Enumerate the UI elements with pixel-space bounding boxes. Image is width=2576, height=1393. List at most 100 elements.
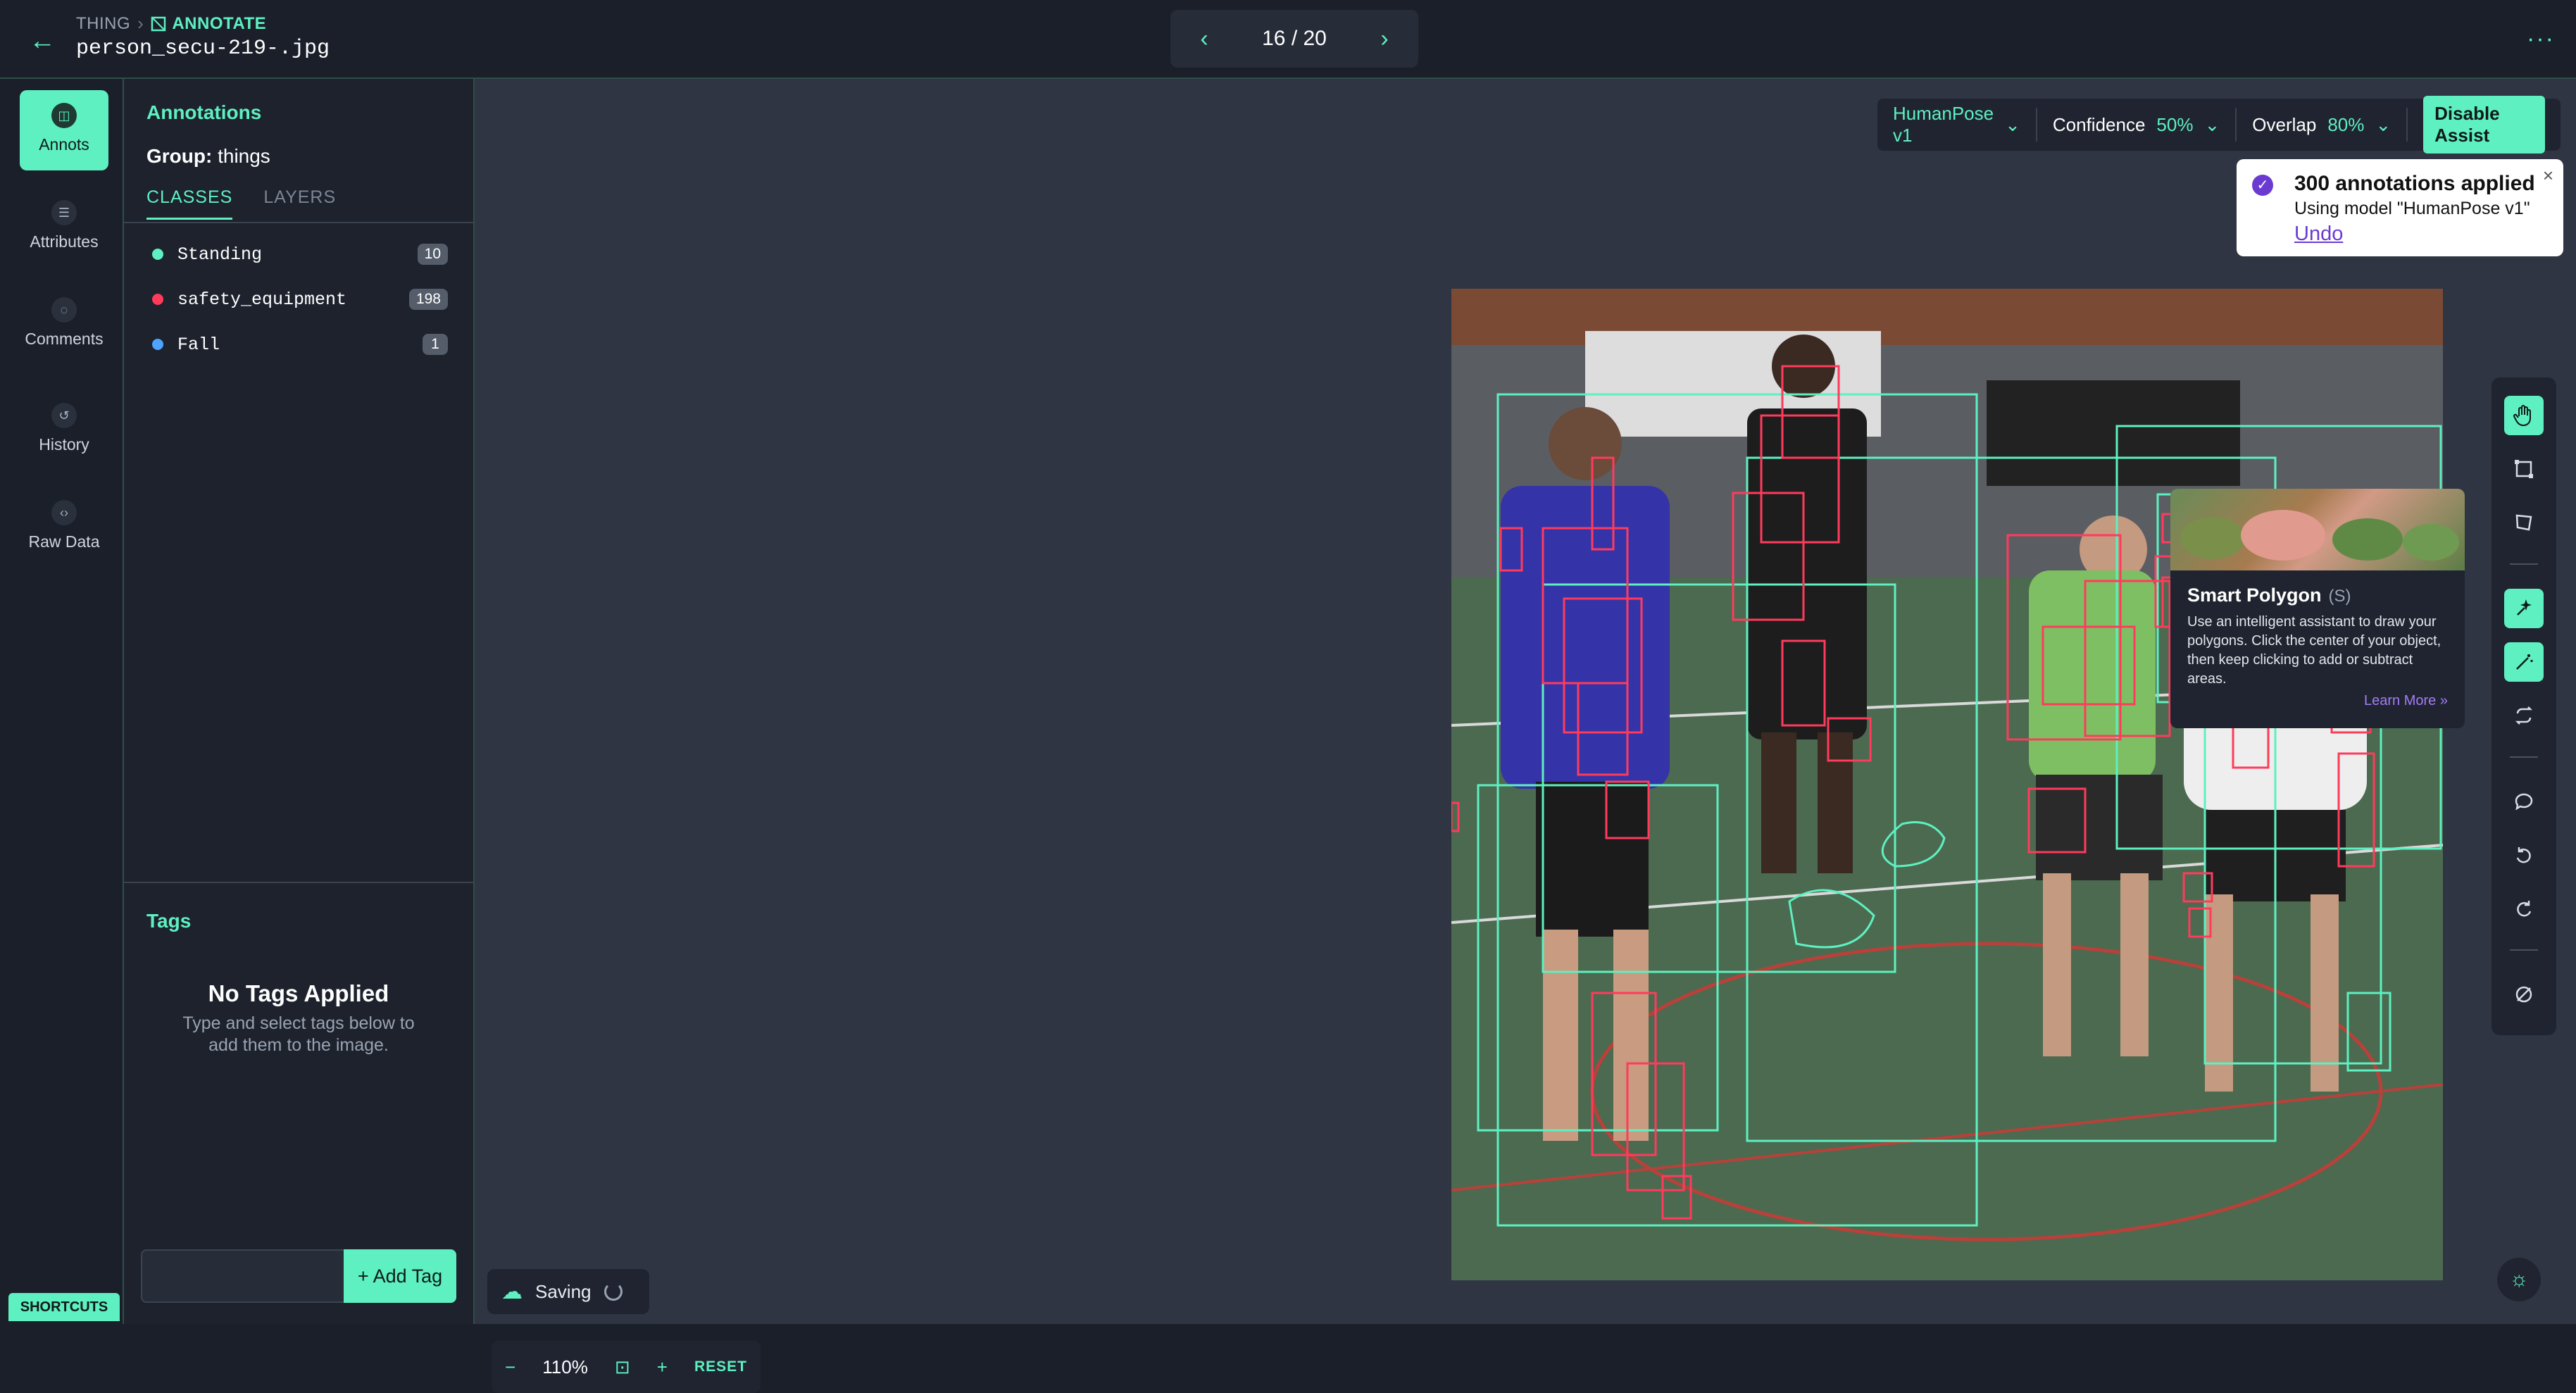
- toast-subtitle: Using model "HumanPose v1": [2294, 199, 2530, 218]
- more-options-icon[interactable]: ···: [2527, 25, 2555, 53]
- saving-label: Saving: [535, 1280, 592, 1302]
- undo-link[interactable]: Undo: [2294, 223, 2343, 246]
- tooltip-body: Use an intelligent assistant to draw you…: [2187, 614, 2441, 687]
- overlap-select[interactable]: Overlap 80% ⌄: [2237, 108, 2408, 142]
- confidence-label: Confidence: [2052, 113, 2146, 135]
- hand-icon[interactable]: [2504, 396, 2544, 435]
- annotated-image[interactable]: [1451, 289, 2443, 1280]
- rail-item-annots[interactable]: ◫ Annots: [20, 90, 108, 170]
- annotate-icon: [151, 16, 166, 31]
- code-icon: ‹›: [51, 500, 77, 525]
- close-icon[interactable]: ×: [2543, 165, 2553, 187]
- rail-item-history[interactable]: ↺ History: [20, 390, 108, 470]
- zoom-level: 110%: [542, 1356, 588, 1378]
- group-label: Group: things: [146, 145, 270, 168]
- panel-tabs: CLASSES LAYERS: [146, 187, 336, 220]
- left-rail: ◫ Annots ☰ Attributes ◌ Comments ↺ Histo…: [0, 79, 123, 1324]
- empty-tags-title: No Tags Applied: [208, 980, 389, 1006]
- settings-icon[interactable]: ☼: [2497, 1258, 2541, 1301]
- redo-icon[interactable]: [2504, 889, 2544, 928]
- learn-more-link[interactable]: Learn More »: [2364, 693, 2448, 709]
- add-tag-button[interactable]: + Add Tag: [344, 1249, 456, 1303]
- tooltip-title-text: Smart Polygon: [2187, 585, 2322, 606]
- frogs-illustration: [2180, 510, 2459, 561]
- tags-title: Tags: [146, 910, 192, 932]
- toast-title: 300 annotations applied: [2294, 172, 2535, 195]
- tag-input[interactable]: [141, 1249, 346, 1303]
- comment-icon: ◌: [51, 297, 77, 323]
- chevron-down-icon: ⌄: [2204, 113, 2220, 135]
- annotations-icon: ◫: [51, 103, 77, 128]
- class-color-dot: [152, 294, 163, 305]
- breadcrumb-current-label: ANNOTATE: [172, 13, 267, 33]
- class-item-safety-equipment[interactable]: safety_equipment 198: [152, 285, 448, 313]
- rail-item-raw-data[interactable]: ‹› Raw Data: [20, 487, 108, 568]
- class-name: Standing: [177, 244, 263, 265]
- tooltip-shortcut: (S): [2328, 587, 2351, 606]
- comment-icon[interactable]: [2504, 782, 2544, 821]
- panel-title: Annotations: [146, 101, 262, 123]
- class-item-standing[interactable]: Standing 10: [152, 240, 448, 268]
- tooltip-illustration: [2170, 489, 2465, 570]
- rail-label: Attributes: [30, 232, 99, 251]
- empty-tags-message: Type and select tags below to add them t…: [182, 1013, 415, 1055]
- lock-icon[interactable]: ⊡: [615, 1356, 630, 1378]
- prev-image-button[interactable]: ‹: [1192, 25, 1217, 53]
- assist-toolbar: HumanPose v1 ⌄ Confidence 50% ⌄ Overlap …: [1877, 96, 2561, 154]
- tab-divider: [124, 222, 473, 223]
- saving-indicator: ☁ Saving: [487, 1269, 649, 1314]
- repeat-icon[interactable]: [2504, 696, 2544, 735]
- history-icon: ↺: [51, 403, 77, 428]
- next-image-button[interactable]: ›: [1372, 25, 1397, 53]
- file-name: person_secu-219-.jpg: [76, 37, 330, 61]
- tool-divider: [2510, 756, 2538, 758]
- shortcuts-button[interactable]: SHORTCUTS: [8, 1293, 120, 1321]
- zoom-out-button[interactable]: −: [505, 1356, 515, 1378]
- polygon-icon[interactable]: [2504, 503, 2544, 542]
- rail-label: History: [39, 435, 89, 454]
- banner-right: [1987, 380, 2240, 486]
- magic-wand-icon[interactable]: [2504, 642, 2544, 682]
- bounding-box-icon[interactable]: [2504, 449, 2544, 489]
- tab-layers[interactable]: LAYERS: [263, 187, 336, 220]
- rail-item-attributes[interactable]: ☰ Attributes: [20, 187, 108, 268]
- rail-label: Raw Data: [28, 532, 100, 551]
- hide-annotations-icon[interactable]: [2504, 975, 2544, 1014]
- rail-item-comments[interactable]: ◌ Comments: [20, 285, 108, 365]
- check-icon: ✓: [2252, 175, 2273, 196]
- class-color-dot: [152, 249, 163, 260]
- class-item-fall[interactable]: Fall 1: [152, 330, 448, 358]
- class-name: Fall: [177, 334, 220, 355]
- disable-assist-wrap: Disable Assist: [2408, 96, 2561, 154]
- undo-icon[interactable]: [2504, 835, 2544, 875]
- breadcrumb: THING › ANNOTATE: [76, 13, 266, 35]
- confidence-select[interactable]: Confidence 50% ⌄: [2037, 108, 2237, 142]
- spinner-icon: [604, 1282, 623, 1301]
- group-value: things: [218, 145, 270, 167]
- class-count-badge: 1: [423, 334, 448, 355]
- annotations-toast: ✓ 300 annotations applied Using model "H…: [2237, 159, 2563, 256]
- zoom-in-button[interactable]: +: [657, 1356, 668, 1378]
- class-name: safety_equipment: [177, 289, 347, 310]
- list-icon: ☰: [51, 200, 77, 225]
- annotations-panel: Annotations Group: things CLASSES LAYERS…: [123, 79, 475, 1324]
- breadcrumb-current: ANNOTATE: [151, 14, 266, 34]
- class-color-dot: [152, 339, 163, 350]
- overlap-label: Overlap: [2252, 113, 2317, 135]
- overlap-value[interactable]: 80%: [2327, 114, 2364, 136]
- rail-label: Comments: [25, 330, 104, 348]
- group-key: Group:: [146, 145, 213, 167]
- model-select[interactable]: HumanPose v1 ⌄: [1877, 103, 2037, 146]
- confidence-value[interactable]: 50%: [2156, 114, 2193, 136]
- chevron-down-icon: ⌄: [2005, 113, 2020, 135]
- breadcrumb-root[interactable]: THING: [76, 14, 130, 34]
- tags-divider: [124, 882, 473, 883]
- back-arrow-icon[interactable]: ←: [25, 24, 59, 58]
- model-value[interactable]: HumanPose v1: [1893, 103, 1994, 146]
- pager-count: 16 / 20: [1262, 27, 1327, 50]
- class-count-badge: 10: [417, 244, 448, 265]
- disable-assist-button[interactable]: Disable Assist: [2423, 96, 2545, 154]
- tab-classes[interactable]: CLASSES: [146, 187, 233, 220]
- reset-zoom-button[interactable]: RESET: [694, 1358, 747, 1375]
- smart-polygon-icon[interactable]: [2504, 589, 2544, 628]
